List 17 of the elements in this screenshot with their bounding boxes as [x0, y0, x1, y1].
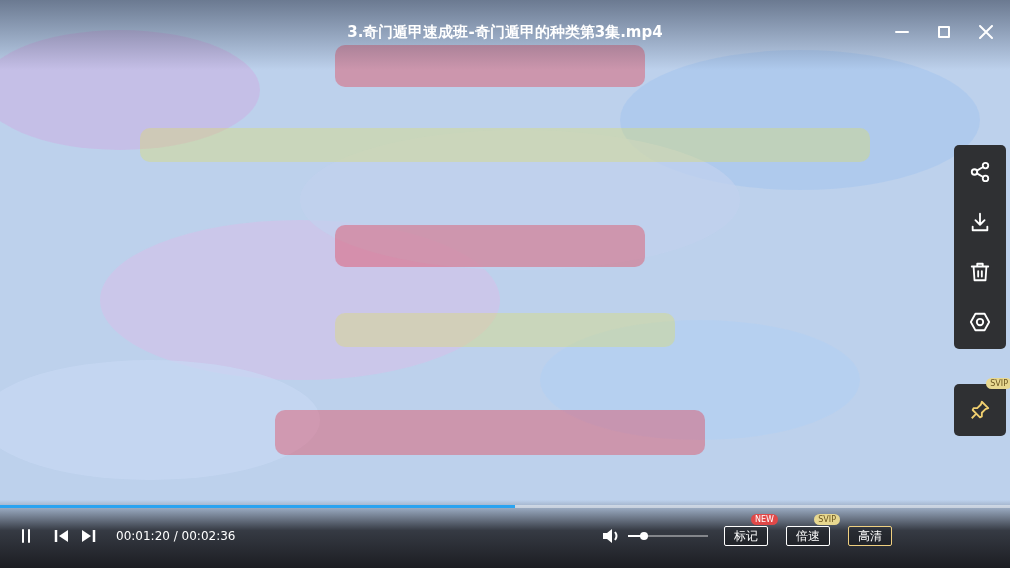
toolbar-button[interactable]: 标记 [724, 526, 768, 546]
pin-icon [969, 399, 991, 421]
close-button[interactable] [976, 22, 996, 42]
share-icon [969, 161, 991, 183]
maximize-icon [937, 25, 951, 39]
pin-button[interactable] [954, 384, 1006, 436]
window-title: 3.奇门遁甲速成班-奇门遁甲的种类第3集.mp4 [347, 23, 663, 42]
badge: NEW [751, 514, 778, 525]
trash-icon [969, 261, 991, 283]
badge: SVIP [814, 514, 840, 525]
toolbar-button[interactable]: 高清 [848, 526, 892, 546]
settings-icon [969, 311, 991, 333]
close-icon [979, 25, 993, 39]
toolbar-button[interactable]: 倍速 [786, 526, 830, 546]
download-icon [969, 211, 991, 233]
time-display: 00:01:20 / 00:02:36 [116, 529, 236, 543]
svip-badge: SVIP [986, 378, 1010, 389]
